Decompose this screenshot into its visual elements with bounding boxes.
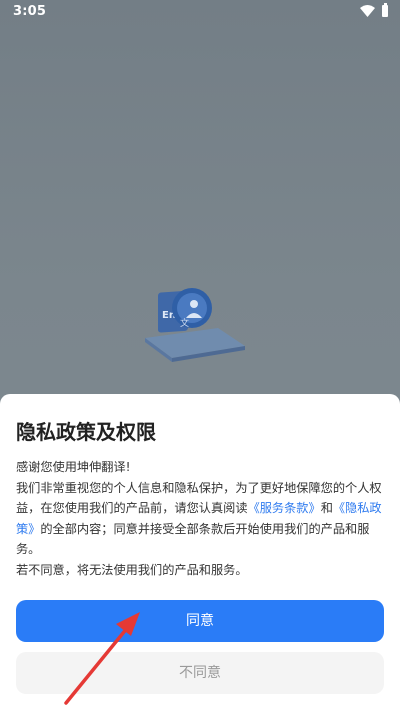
wifi-icon: [360, 5, 375, 17]
consent-paragraph: 我们非常重视您的个人信息和隐私保护，为了更好地保障您的个人权益，在您使用我们的产…: [16, 478, 384, 560]
dialog-title: 隐私政策及权限: [16, 420, 156, 444]
privacy-dialog: 隐私政策及权限 感谢您使用坤伸翻译! 我们非常重视您的个人信息和隐私保护，为了更…: [0, 394, 400, 712]
status-bar: 3:05: [0, 0, 400, 24]
battery-icon: [382, 3, 388, 17]
decline-note: 若不同意，将无法使用我们的产品和服务。: [16, 562, 248, 577]
disagree-button[interactable]: 不同意: [16, 652, 384, 694]
status-time: 3:05: [13, 4, 47, 19]
screen: 3:05 En 文 隐私政策及权限 感谢您使用坤伸翻译! 我们非常重视您的个人信…: [0, 0, 400, 712]
terms-of-service-link[interactable]: 《服务条款》: [248, 501, 321, 515]
translate-app-logo: En 文: [145, 288, 245, 362]
dialog-body: 感谢您使用坤伸翻译! 我们非常重视您的个人信息和隐私保护，为了更好地保障您的个人…: [16, 457, 384, 580]
logo-zh-text: 文: [180, 317, 189, 329]
agree-button[interactable]: 同意: [16, 600, 384, 642]
status-icons: [360, 3, 388, 18]
consent-text-part2: 的全部内容；同意并接受全部条款后开始使用我们的产品和服务。: [16, 521, 370, 557]
and-text: 和: [320, 501, 333, 515]
greeting-text: 感谢您使用坤伸翻译!: [16, 460, 131, 474]
